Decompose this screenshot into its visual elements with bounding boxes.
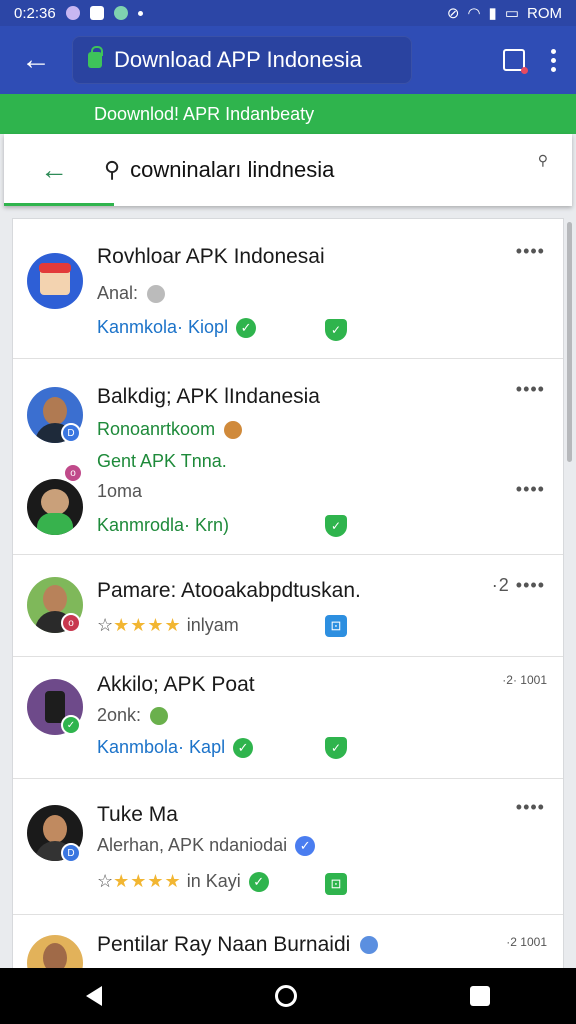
list-item[interactable]: o Pamare: Atooakabpdtuskan. ·2 •••• ☆★★★… [13, 555, 563, 657]
badge-icon: ✓ [61, 715, 81, 735]
item-link[interactable]: Kanmkola· Kiopl ✓ [97, 317, 257, 339]
system-nav-bar [0, 968, 576, 1024]
verified-icon: ✓ [233, 738, 254, 759]
search-back-icon[interactable]: ← [4, 154, 104, 186]
list-item[interactable]: D Tuke Ma •••• Alerhan, APK ndaniodai ✓ ☆… [13, 779, 563, 915]
app-icon [89, 6, 104, 20]
item-title: Rovhloar APK Indonesai [97, 245, 325, 268]
fire-icon [224, 421, 243, 440]
list-item[interactable]: Rovhloar APK Indonesai •••• Anal: Kanmko… [13, 219, 563, 359]
item-rating: ☆★★★★ in Kayi ✓ [97, 871, 269, 893]
tag-icon [147, 285, 166, 304]
active-tab-indicator [4, 203, 114, 206]
pin-icon[interactable]: ⚲ [538, 152, 548, 169]
item-title: Tuke Ma [97, 803, 178, 826]
item-link[interactable]: Kanmbola· Kapl ✓ [97, 737, 254, 759]
back-arrow-icon[interactable]: ← [0, 43, 72, 77]
more-icon[interactable]: •••• [516, 241, 545, 262]
item-subtitle-3: 1oma [97, 481, 143, 501]
mute-icon: ⊘ [446, 5, 460, 22]
item-title: Pentilar Ray Naan Burnaidi [97, 933, 379, 957]
avatar [27, 479, 83, 535]
search-input[interactable]: cowninaları lindnesia [130, 157, 334, 183]
results-list: Rovhloar APK Indonesai •••• Anal: Kanmko… [12, 218, 564, 978]
lock-icon [88, 46, 103, 68]
verified-icon: ✓ [295, 836, 316, 857]
shield-icon: ✓ [325, 737, 347, 759]
more-icon[interactable]: ·2 •••• [492, 575, 545, 596]
item-subtitle: Alerhan, APK ndaniodai ✓ [97, 835, 316, 857]
url-title: Download APP Indonesia [114, 47, 362, 72]
wifi-icon: ◠ [467, 5, 481, 22]
item-subtitle: Anal: [97, 283, 166, 304]
item-title: Akkilo; APK Poat [97, 673, 255, 696]
page-banner: Doownlod! APR Indanbeaty [0, 94, 576, 134]
search-card: ← ⚲ cowninaları lindnesia ⚲ [4, 134, 572, 206]
url-bar[interactable]: Download APP Indonesia [72, 36, 412, 84]
nav-recents-icon[interactable] [469, 986, 490, 1006]
list-item[interactable]: ✓ Akkilo; APK Poat ·2· 1001 2onk: Kanmbo… [13, 657, 563, 779]
version-label: ·2 1001 [506, 935, 547, 949]
status-bar: 0:2:36 ⊘ ◠ ▮ ▭ ROM [0, 0, 576, 26]
dot-icon [137, 10, 143, 16]
verified-icon: ✓ [236, 318, 257, 339]
item-title: Balkdig; APK lIndanesia [97, 385, 320, 408]
more-icon[interactable]: •••• [516, 379, 545, 400]
avatar [27, 253, 83, 309]
notification-icon [65, 6, 80, 20]
overflow-menu-icon[interactable] [551, 48, 556, 72]
more-icon[interactable]: •••• [516, 797, 545, 818]
item-title: Pamare: Atooakabpdtuskan. [97, 579, 361, 602]
item-link[interactable]: Kanmrodla· Krn) [97, 515, 229, 536]
badge-icon: D [61, 423, 81, 443]
nav-home-icon[interactable] [274, 985, 297, 1007]
badge-icon: o [63, 463, 83, 483]
app-store-icon[interactable]: ⊡ [325, 615, 347, 637]
verified-icon: ✓ [248, 872, 269, 893]
signal-icon: ▮ [488, 5, 497, 22]
more-icon[interactable]: •••• [516, 479, 545, 500]
status-time: 0:2:36 [14, 4, 56, 22]
globe-icon [113, 6, 128, 20]
search-icon: ⚲ [104, 157, 121, 182]
battery-icon: ▭ [504, 5, 519, 22]
globe-icon [360, 936, 379, 955]
tab-switcher-icon[interactable] [503, 49, 528, 74]
shield-icon: ✓ [325, 515, 347, 537]
badge-icon: o [61, 613, 81, 633]
version-label: ·2· 1001 [502, 673, 547, 687]
item-subtitle-2: Gent APK Tnna. [97, 451, 227, 471]
item-subtitle: 2onk: [97, 705, 169, 726]
nav-back-icon[interactable] [86, 986, 103, 1006]
item-subtitle: Ronoanrtkoom [97, 419, 243, 440]
globe-icon [150, 707, 169, 726]
badge-icon: D [61, 843, 81, 863]
carrier-label: ROM [527, 4, 562, 22]
list-item[interactable]: D Balkdig; APK lIndanesia •••• Ronoanrtk… [13, 359, 563, 555]
item-rating: ☆★★★★ inlyam [97, 615, 239, 635]
scrollbar[interactable] [567, 222, 572, 462]
browser-toolbar: ← Download APP Indonesia [0, 26, 576, 94]
app-store-icon[interactable]: ⊡ [325, 873, 347, 895]
shield-icon: ✓ [325, 319, 347, 341]
